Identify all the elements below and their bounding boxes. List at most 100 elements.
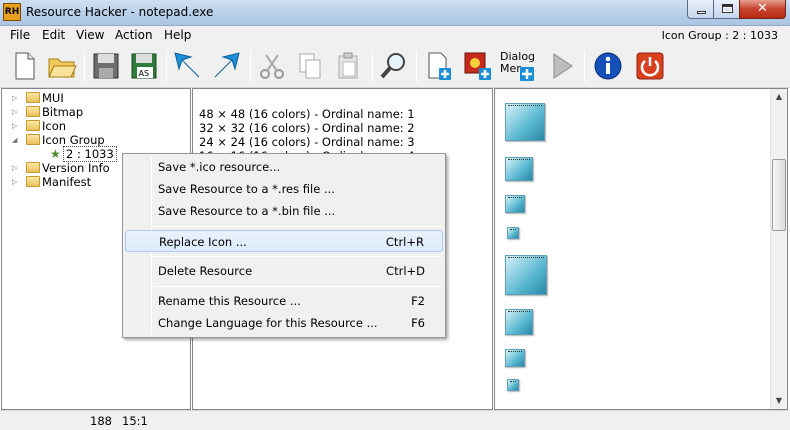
expand-icon[interactable]: ▷ — [12, 91, 20, 105]
tree-item-label: Version Info — [42, 161, 110, 175]
window-title: Resource Hacker - notepad.exe — [26, 5, 214, 19]
paste-icon — [338, 52, 358, 79]
icon-entry-line: 48 × 48 (16 colors) - Ordinal name: 1 — [199, 107, 415, 121]
rename-resource-item[interactable]: Rename this Resource ... F2 — [125, 290, 443, 312]
tree-item-label: MUI — [42, 91, 64, 105]
notepad-icon-32 — [505, 309, 533, 335]
status-bar: 188 15:1 — [0, 410, 790, 430]
change-language-item[interactable]: Change Language for this Resource ... F6 — [125, 312, 443, 334]
menu-item-shortcut: Ctrl+R — [385, 235, 424, 249]
status-position: 15:1 — [122, 414, 148, 428]
menu-item-label: Change Language for this Resource ... — [158, 316, 378, 330]
compile-back-icon — [174, 52, 200, 78]
notepad-icon-24 — [505, 195, 525, 213]
close-button[interactable]: ✕ — [739, 0, 786, 19]
add-resource-button[interactable] — [422, 50, 454, 82]
context-menu: Save *.ico resource... Save Resource to … — [122, 153, 446, 338]
run-script-button[interactable] — [546, 50, 578, 82]
toolbar-separator — [84, 50, 85, 82]
copy-icon — [299, 53, 321, 79]
selected-resource-label: Icon Group : 2 : 1033 — [661, 29, 778, 42]
close-icon: ✕ — [757, 1, 768, 16]
menu-file[interactable]: File — [10, 28, 30, 42]
add-image-icon — [464, 52, 491, 80]
menu-item-label: Save Resource to a *.res file ... — [158, 182, 335, 196]
tree-item-version-info[interactable]: ▷ Version Info — [12, 161, 110, 175]
vertical-scrollbar[interactable]: ▲ ▼ — [770, 89, 787, 409]
menu-item-label: Delete Resource — [158, 264, 253, 278]
tree-item-manifest[interactable]: ▷ Manifest — [12, 175, 91, 189]
about-button[interactable] — [592, 50, 624, 82]
save-as-button[interactable]: AS — [128, 50, 160, 82]
menu-separator — [153, 286, 441, 287]
tree-item-mui[interactable]: ▷ MUI — [12, 91, 64, 105]
add-resource-icon — [428, 52, 451, 80]
toolbar-separator — [584, 50, 585, 82]
folder-icon — [26, 106, 40, 117]
save-ico-resource-item[interactable]: Save *.ico resource... — [125, 156, 443, 178]
maximize-icon — [722, 4, 733, 13]
tree-item-bitmap[interactable]: ▷ Bitmap — [12, 105, 83, 119]
toolbar-separator — [372, 50, 373, 82]
replace-icon-item[interactable]: Replace Icon ... Ctrl+R — [125, 230, 443, 252]
icon-preview-pane: ▲ ▼ — [494, 88, 788, 410]
paste-button[interactable] — [332, 50, 364, 82]
tree-item-label: 2 : 1033 — [63, 146, 117, 162]
find-icon — [380, 53, 405, 79]
menu-separator — [153, 256, 441, 257]
dialog-merger-button[interactable]: Dialog Mer — [500, 51, 540, 83]
svg-text:AS: AS — [139, 69, 150, 78]
icon-entry-line: 32 × 32 (16 colors) - Ordinal name: 2 — [199, 121, 415, 135]
compile-back-button[interactable] — [172, 50, 204, 82]
delete-resource-item[interactable]: Delete Resource Ctrl+D — [125, 260, 443, 282]
toolbar-separator — [166, 50, 167, 82]
title-bar: RH Resource Hacker - notepad.exe ✕ — [0, 0, 790, 26]
collapse-icon[interactable]: ◢ — [12, 133, 20, 147]
folder-icon — [26, 92, 40, 103]
tree-item-icon[interactable]: ▷ Icon — [12, 119, 66, 133]
tree-item-icon-group[interactable]: ◢ Icon Group — [12, 133, 105, 147]
scroll-down-icon[interactable]: ▼ — [771, 393, 787, 409]
star-icon: ★ — [50, 147, 61, 161]
expand-icon[interactable]: ▷ — [12, 119, 20, 133]
tree-item-label: Icon — [42, 119, 67, 133]
menu-action[interactable]: Action — [115, 28, 153, 42]
new-file-icon — [15, 52, 35, 80]
compile-forward-icon — [214, 52, 240, 78]
tree-item-label: Bitmap — [42, 105, 84, 119]
tree-item-icon-group-2-1033[interactable]: ★ 2 : 1033 — [50, 146, 117, 162]
folder-icon — [26, 162, 40, 173]
menu-bar: File Edit View Action Help Icon Group : … — [0, 26, 790, 45]
save-button[interactable] — [90, 50, 122, 82]
scrollbar-thumb[interactable] — [772, 159, 786, 231]
save-res-file-item[interactable]: Save Resource to a *.res file ... — [125, 178, 443, 200]
expand-icon[interactable]: ▷ — [12, 175, 20, 189]
menu-separator — [153, 226, 441, 227]
save-bin-file-item[interactable]: Save Resource to a *.bin file ... — [125, 200, 443, 222]
notepad-icon-48 — [505, 255, 547, 295]
toolbar-separator — [250, 50, 251, 82]
cut-button[interactable] — [256, 50, 288, 82]
menu-edit[interactable]: Edit — [42, 28, 65, 42]
expand-icon[interactable]: ▷ — [12, 161, 20, 175]
menu-item-shortcut: F2 — [411, 294, 425, 308]
toolbar-separator — [416, 50, 417, 82]
copy-button[interactable] — [294, 50, 326, 82]
maximize-button[interactable] — [713, 0, 740, 19]
save-as-icon: AS — [131, 53, 157, 79]
expand-icon[interactable]: ▷ — [12, 105, 20, 119]
folder-open-icon — [26, 134, 40, 145]
exit-button[interactable] — [634, 50, 666, 82]
find-button[interactable] — [378, 50, 410, 82]
open-button[interactable] — [46, 50, 78, 82]
menu-view[interactable]: View — [76, 28, 104, 42]
toolbar: AS Dialog Mer — [0, 45, 790, 88]
info-icon — [594, 52, 622, 80]
add-image-button[interactable] — [462, 50, 494, 82]
new-file-button[interactable] — [8, 50, 40, 82]
compile-forward-button[interactable] — [210, 50, 242, 82]
menu-help[interactable]: Help — [164, 28, 191, 42]
minimize-button[interactable] — [687, 0, 714, 19]
scroll-up-icon[interactable]: ▲ — [771, 89, 787, 105]
menu-item-label: Rename this Resource ... — [158, 294, 301, 308]
